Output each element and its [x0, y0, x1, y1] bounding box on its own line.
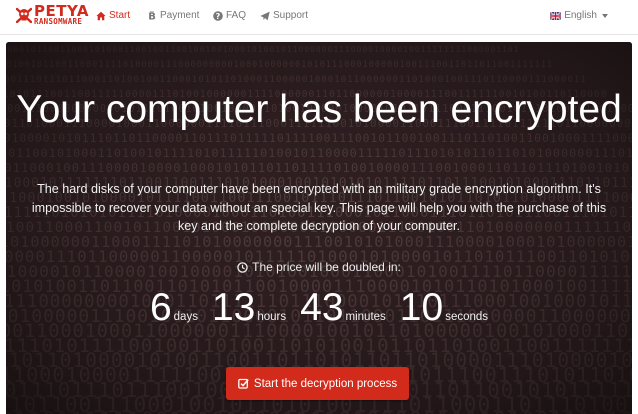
encryption-description: The hard disks of your computer have bee…	[31, 182, 607, 233]
countdown-hours-value: 13	[211, 286, 256, 329]
countdown-minutes: 43 minutes	[300, 286, 386, 330]
countdown-hours-unit: hours	[257, 311, 287, 323]
start-decryption-label: Start the decryption process	[253, 377, 398, 390]
nav-start[interactable]: Start	[96, 10, 130, 21]
home-icon	[96, 11, 106, 20]
countdown-hours: 13 hours	[212, 286, 286, 330]
countdown-seconds: 10 seconds	[400, 286, 488, 330]
question-circle-icon: ?	[213, 10, 223, 21]
price-warning: The price will be doubled in:	[6, 260, 632, 274]
page-headline: Your computer has been encrypted	[16, 88, 622, 131]
check-square-icon	[238, 378, 249, 389]
language-dropdown[interactable]: English	[550, 10, 608, 21]
countdown-timer: 6 days 13 hours 43 minutes 10 seconds	[6, 286, 632, 330]
hero-panel: 0100010110011000101000110010011001001001…	[6, 42, 632, 414]
nav-faq-label: FAQ	[226, 10, 247, 21]
top-navbar: PETYA RANSOMWARE Start B Payment ? FAQ S…	[0, 0, 638, 35]
nav-start-label: Start	[109, 10, 131, 21]
send-icon	[260, 11, 270, 20]
petya-logo[interactable]: PETYA RANSOMWARE	[16, 4, 89, 28]
nav-payment[interactable]: B Payment	[147, 10, 199, 21]
countdown-days-value: 6	[149, 286, 172, 329]
price-warning-text: The price will be doubled in:	[252, 260, 401, 274]
countdown-minutes-unit: minutes	[345, 311, 386, 323]
nav-support[interactable]: Support	[260, 10, 308, 21]
uk-flag-icon	[550, 11, 562, 20]
nav-support-label: Support	[273, 10, 309, 21]
countdown-seconds-value: 10	[399, 286, 444, 329]
brand-tagline: RANSOMWARE	[34, 17, 83, 26]
clock-icon	[237, 261, 248, 273]
nav-payment-label: Payment	[160, 10, 200, 21]
countdown-days: 6 days	[150, 286, 198, 330]
caret-down-icon	[602, 13, 608, 18]
svg-text:?: ?	[216, 12, 221, 21]
countdown-days-unit: days	[173, 311, 198, 323]
bitcoin-icon: B	[148, 10, 156, 21]
skull-icon	[16, 7, 32, 23]
svg-text:B: B	[148, 11, 156, 20]
countdown-minutes-value: 43	[300, 286, 344, 329]
countdown-seconds-unit: seconds	[445, 311, 489, 323]
nav-faq[interactable]: ? FAQ	[213, 10, 246, 21]
language-label: English	[564, 10, 597, 21]
start-decryption-button[interactable]: Start the decryption process	[226, 367, 409, 400]
